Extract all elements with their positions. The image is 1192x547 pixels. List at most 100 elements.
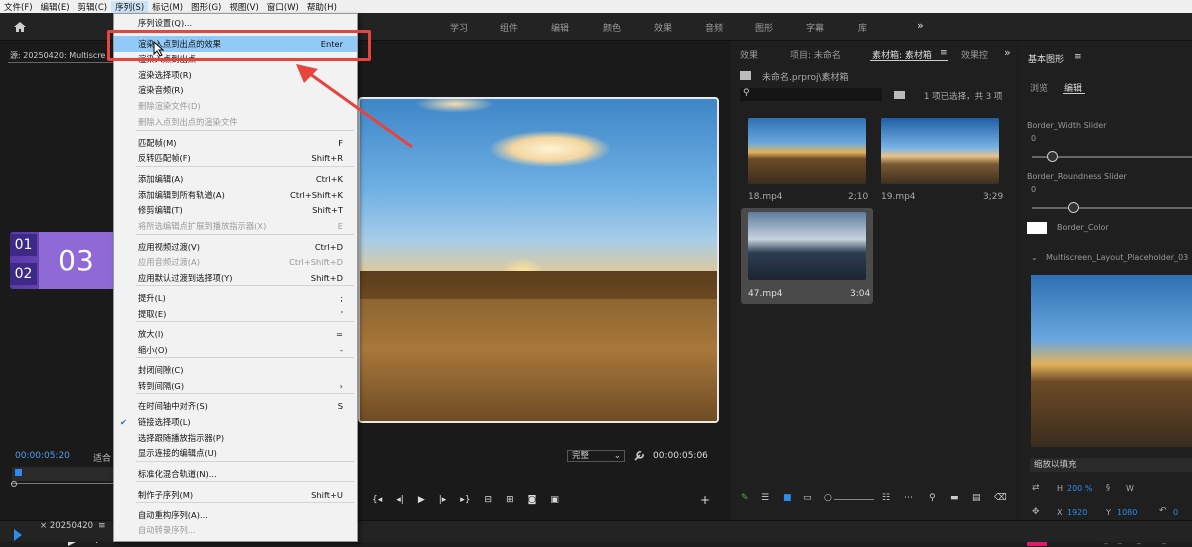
workspace-captions[interactable]: 字幕 [806,21,824,34]
tab-effect-controls[interactable]: 效果控 [961,48,988,61]
find-icon[interactable]: ⚲ [929,493,936,503]
more-tabs-icon[interactable]: » [1004,46,1011,59]
step-back-icon[interactable]: ◂| [396,495,404,509]
menu-item[interactable]: 转到间隔(G) › [114,378,357,394]
x-value[interactable]: 1920 [1067,508,1087,517]
border-roundness-handle[interactable] [1068,202,1079,213]
menu-item[interactable]: 在时间轴中对齐(S) S [114,398,357,414]
menu-file[interactable]: 文件(F) [0,1,37,13]
go-to-out-icon[interactable]: ▸} [460,495,470,509]
source-scrollbar[interactable] [12,483,113,484]
menu-item[interactable]: 应用默认过渡到选择项(Y) Shift+D [114,270,357,286]
workspace-graphics[interactable]: 图形 [755,21,773,34]
menu-help[interactable]: 帮助(H) [303,1,341,13]
clip-name[interactable]: 47.mp4 [748,289,783,299]
border-roundness-slider[interactable] [1032,207,1192,209]
border-color-swatch[interactable] [1027,222,1047,234]
menu-item[interactable]: 添加编辑(A) Ctrl+K [114,171,357,187]
border-width-handle[interactable] [1047,151,1058,162]
menu-item[interactable]: 放大(I) = [114,326,357,342]
new-bin-bottom-icon[interactable]: ▬ [950,493,959,503]
freeform-view-icon[interactable]: ▭ [803,493,812,503]
menu-clip[interactable]: 剪辑(C) [74,1,112,13]
bin-menu-icon[interactable]: ≡ [940,48,948,58]
menu-item[interactable]: 修剪编辑(T) Shift+T [114,202,357,218]
source-fit-select[interactable]: 适合 [93,451,111,464]
menu-item[interactable]: 序列设置(Q)... [114,15,357,31]
border-width-value[interactable]: 0 [1031,134,1036,143]
tab-project[interactable]: 项目: 未命名 [790,48,841,61]
source-playhead[interactable] [15,469,22,476]
wrench-icon[interactable] [633,450,645,462]
h-value[interactable]: 200 % [1067,484,1092,493]
menu-graphics[interactable]: 图形(G) [187,1,225,13]
menu-item[interactable]: 标准化混合轨道(N)... [114,466,357,482]
play-program-icon[interactable]: ▶ [418,495,425,509]
clip-thumb-47[interactable] [748,212,866,280]
automate-icon[interactable]: ⋯ [904,493,913,503]
placeholder-preview[interactable] [1031,275,1192,447]
menu-item[interactable]: 封闭间隙(C) [114,362,357,378]
trash-icon[interactable]: ⌫ [994,493,1007,503]
border-roundness-value[interactable]: 0 [1031,185,1036,194]
y-value[interactable]: 1080 [1117,508,1137,517]
chain-icon[interactable]: § [1106,483,1110,492]
zoom-slider[interactable] [834,499,874,500]
menu-item[interactable]: 提升(L); [114,290,357,306]
workspace-libraries[interactable]: 库 [858,21,867,34]
menu-item[interactable]: 缩小(O) - [114,342,357,358]
tab-effects[interactable]: 效果 [740,48,758,61]
workspace-editing[interactable]: 编辑 [551,21,569,34]
eg-menu-icon[interactable]: ≡ [1074,52,1082,62]
menu-edit[interactable]: 编辑(E) [37,1,74,13]
lift-icon[interactable]: ⊟ [485,495,493,509]
link-icon[interactable]: ⇄ [1032,483,1040,493]
icon-view-icon[interactable]: ■ [783,493,792,503]
menu-item[interactable]: 制作子序列(M) Shift+U [114,487,357,503]
sort-icon[interactable]: ☷ [882,493,890,503]
step-forward-icon[interactable]: |▸ [439,495,447,509]
source-timecode[interactable]: 00:00:05:20 [15,451,70,461]
menu-item[interactable]: 提取(E) ' [114,306,357,322]
menu-item[interactable]: 应用视频过渡(V) Ctrl+D [114,239,357,255]
chevron-down-icon[interactable]: ⌄ [1031,253,1038,262]
workspace-audio[interactable]: 音频 [705,21,723,34]
eg-title[interactable]: 基本图形 [1028,52,1064,65]
workspace-effects[interactable]: 效果 [654,21,672,34]
close-icon[interactable]: × [40,521,50,531]
menu-markers[interactable]: 标记(M) [148,1,187,13]
workspace-more-icon[interactable]: » [917,19,924,32]
menu-item[interactable]: 显示连接的编辑点(U) [114,445,357,461]
menu-item[interactable]: 选择跟随播放指示器(P) [114,430,357,446]
source-title[interactable]: 源: 20250420: Multiscre [10,50,105,61]
timeline-menu-icon[interactable]: ≡ [98,521,106,531]
program-timecode[interactable]: 00:00:05:06 [653,451,708,461]
menu-sequence[interactable]: 序列(S) [111,0,149,13]
quality-select[interactable]: 完整 ⌄ [567,450,625,462]
workspace-assembly[interactable]: 组件 [500,21,518,34]
clip-thumb-18[interactable] [748,118,866,184]
timeline-toggle-icon[interactable] [14,529,22,541]
rotate-icon[interactable]: ↶ [1159,506,1167,516]
workspace-learn[interactable]: 学习 [450,21,468,34]
scroll-handle-left[interactable] [11,481,17,487]
menu-item[interactable]: 添加编辑到所有轨道(A) Ctrl+Shift+K [114,187,357,203]
home-icon[interactable] [13,21,27,33]
mark-in-icon[interactable]: {◂ [372,495,382,509]
workspace-color[interactable]: 颜色 [603,21,621,34]
rotation-value[interactable]: 0 [1173,508,1178,517]
search-input[interactable] [740,88,882,101]
export-frame-icon[interactable]: ◙ [528,495,537,509]
new-bin-icon[interactable] [894,91,905,99]
compare-icon[interactable]: ▣ [550,495,559,509]
new-item-icon[interactable]: ▤ [972,493,981,503]
source-ruler[interactable] [12,467,113,481]
menu-item[interactable]: 自动重构序列(A)... [114,507,357,523]
eg-tab-browse[interactable]: 浏览 [1030,81,1048,94]
menu-view[interactable]: 视图(V) [225,1,262,13]
add-program-button-icon[interactable]: + [700,493,710,507]
menu-window[interactable]: 窗口(W) [263,1,303,13]
list-view-icon[interactable]: ☰ [761,493,769,503]
position-icon[interactable]: ✥ [1032,507,1040,517]
clip-name[interactable]: 18.mp4 [748,192,783,202]
